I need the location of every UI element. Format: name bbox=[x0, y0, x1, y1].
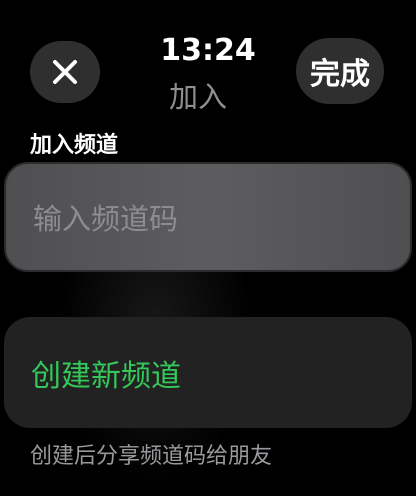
create-channel-hint: 创建后分享频道码给朋友 bbox=[30, 444, 273, 469]
page-title: 加入 bbox=[168, 80, 227, 114]
done-button[interactable]: 完成 bbox=[296, 38, 384, 104]
create-channel-button[interactable]: 创建新频道 bbox=[4, 317, 412, 428]
join-channel-label: 加入频道 bbox=[30, 133, 119, 158]
channel-code-placeholder: 输入频道码 bbox=[33, 202, 179, 236]
close-icon bbox=[53, 60, 77, 84]
watch-screen: 13:24 加入 完成 加入频道 输入频道码 创建新频道 创建后分享频道码给朋友 bbox=[0, 0, 416, 496]
create-channel-label: 创建新频道 bbox=[31, 358, 181, 394]
close-button[interactable] bbox=[30, 41, 100, 103]
status-time: 13:24 bbox=[160, 33, 256, 68]
channel-code-input[interactable]: 输入频道码 bbox=[4, 162, 412, 272]
